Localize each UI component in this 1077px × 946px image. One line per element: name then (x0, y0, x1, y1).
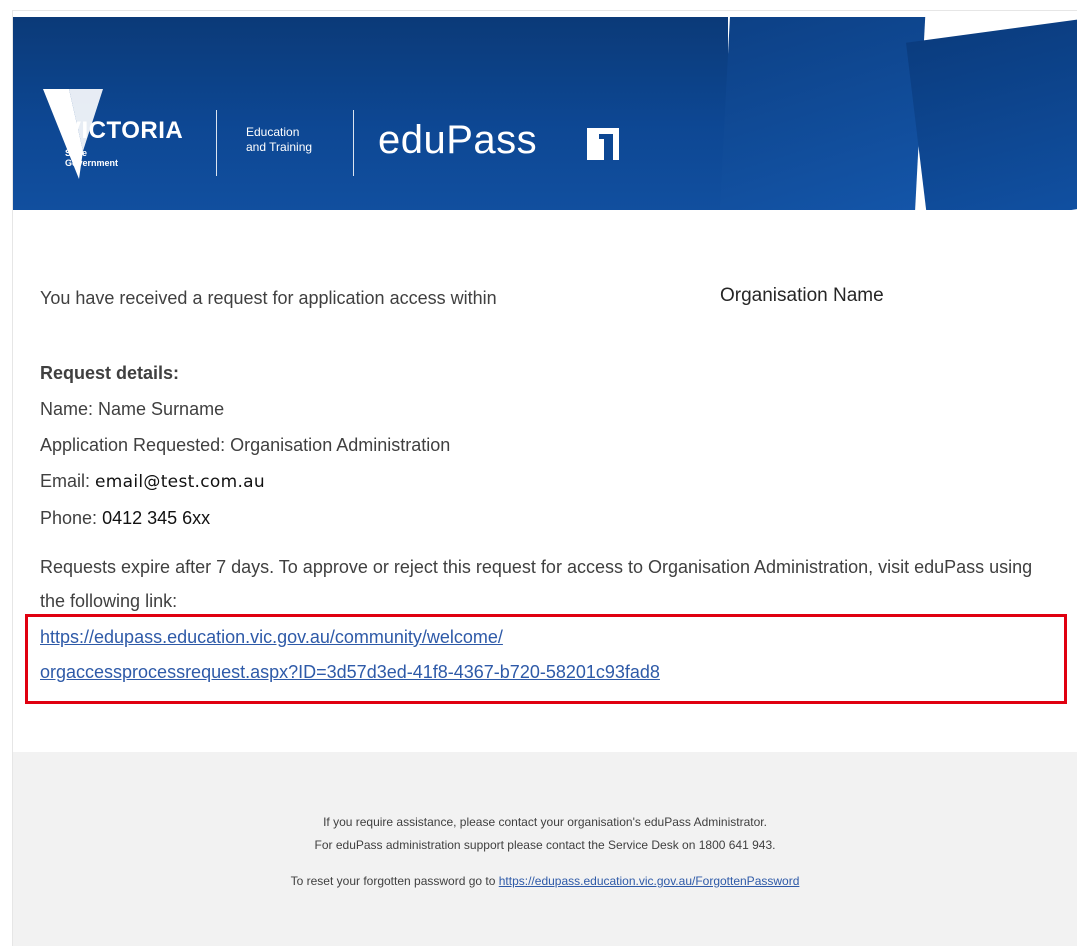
approval-link-line-1[interactable]: https://edupass.education.vic.gov.au/com… (40, 620, 1050, 655)
banner-decoration-left (719, 17, 926, 210)
name-value: Name Surname (98, 399, 225, 419)
footer-service-desk-text: For eduPass administration support pleas… (314, 838, 776, 852)
email-value: email@test.com.au (95, 472, 265, 492)
state-label: State (65, 148, 88, 158)
detail-email-row: Email: email@test.com.au (40, 463, 450, 500)
phone-value: 0412 345 6xx (102, 508, 211, 528)
email-label: Email: (40, 471, 91, 491)
footer-reset-password-row: To reset your forgotten password go to h… (13, 874, 1077, 888)
footer-assistance-text: If you require assistance, please contac… (323, 815, 767, 829)
application-value: Organisation Administration (230, 435, 451, 455)
state-government-label: State Government (65, 148, 118, 168)
email-message: VICTORIA State Government Education and … (0, 0, 1077, 946)
logo-divider-2 (353, 110, 354, 176)
victoria-wordmark: VICTORIA (65, 117, 184, 144)
details-heading: Request details: (40, 363, 180, 383)
card-border-top (12, 10, 1077, 11)
edupass-logo-icon (587, 128, 619, 160)
education-training-label: Education and Training (246, 125, 312, 155)
email-footer: If you require assistance, please contac… (13, 752, 1077, 946)
header-banner: VICTORIA State Government Education and … (13, 17, 1077, 210)
application-label: Application Requested: (40, 435, 226, 455)
detail-name-row: Name: Name Surname (40, 391, 450, 427)
education-label: Education (246, 125, 300, 139)
government-label: Government (65, 158, 119, 168)
detail-phone-row: Phone: 0412 345 6xx (40, 500, 450, 536)
logo-divider-1 (216, 110, 217, 176)
approval-link-line-2[interactable]: orgaccessprocessrequest.aspx?ID=3d57d3ed… (40, 655, 1050, 690)
detail-application-row: Application Requested: Organisation Admi… (40, 427, 450, 463)
expiry-instructions: Requests expire after 7 days. To approve… (40, 557, 1033, 611)
phone-label: Phone: (40, 508, 98, 528)
forgotten-password-link[interactable]: https://edupass.education.vic.gov.au/For… (499, 874, 800, 888)
name-label: Name: (40, 399, 94, 419)
request-details: Request details: Name: Name Surname Appl… (40, 355, 450, 536)
approval-link[interactable]: https://edupass.education.vic.gov.au/com… (40, 620, 1050, 690)
edupass-wordmark: eduPass (378, 118, 538, 162)
organisation-name: Organisation Name (720, 285, 884, 306)
banner-decoration-right (906, 17, 1077, 210)
intro-text: You have received a request for applicat… (40, 288, 497, 308)
footer-reset-prefix: To reset your forgotten password go to (290, 874, 496, 888)
training-label: and Training (246, 140, 313, 154)
